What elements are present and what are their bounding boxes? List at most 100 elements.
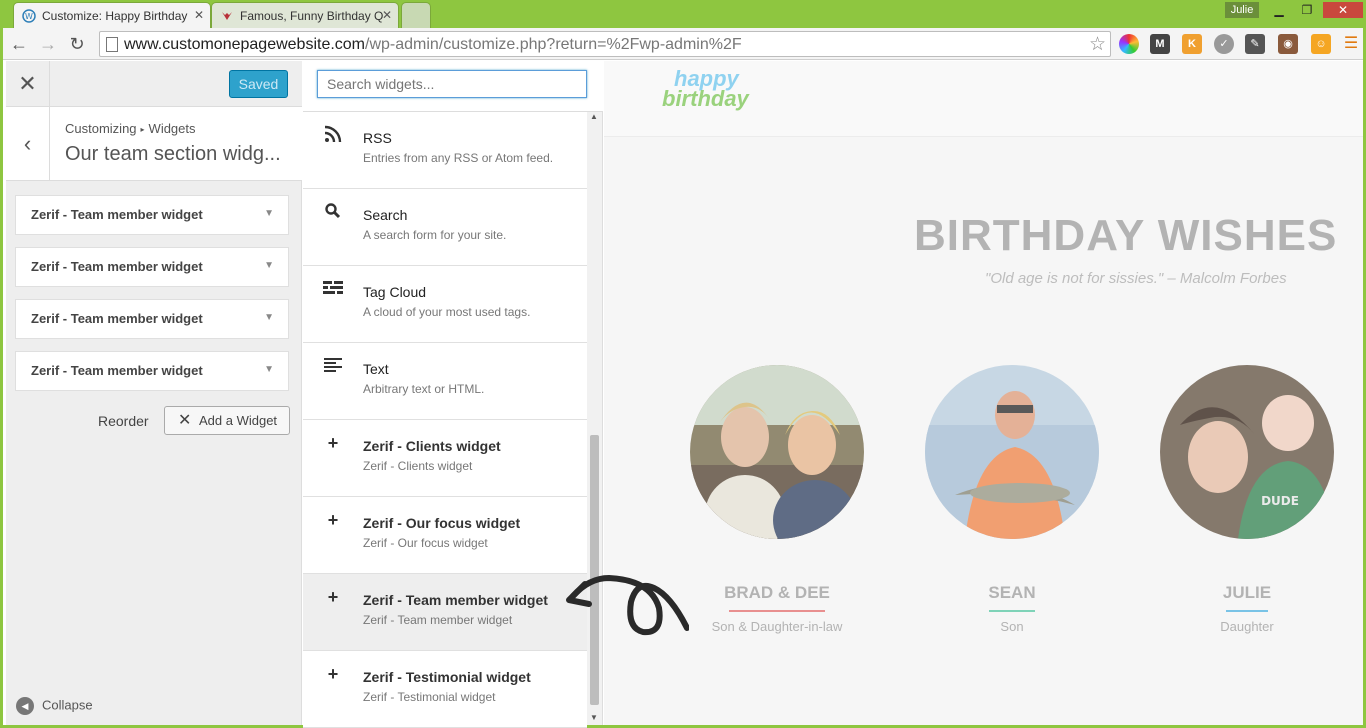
plus-icon: + [327,664,339,684]
minimize-icon[interactable]: ▁ [1265,2,1293,18]
widget-desc: A cloud of your most used tags. [363,305,531,319]
new-tab-button[interactable] [401,2,431,28]
caret-down-icon[interactable]: ▼ [264,364,274,375]
search-input[interactable] [317,70,587,98]
team-member-photo [925,365,1099,539]
widget-desc: Entries from any RSS or Atom feed. [363,151,554,165]
plus-icon: + [327,433,339,453]
team-member-name: JULIE [1222,583,1272,602]
back-arrow-icon[interactable]: ← [8,33,30,55]
tab-famous-quotes[interactable]: Famous, Funny Birthday Q ✕ [211,2,399,28]
breadcrumb-arrow-icon: ▸ [140,125,145,135]
puzzle-extension-icon[interactable]: ✎ [1245,34,1265,54]
check-extension-icon[interactable]: ✓ [1214,34,1234,54]
team-member-photo: DUDE [1160,365,1334,539]
team-member-card[interactable]: SEAN Son [925,365,1099,634]
widget-desc: Zerif - Team member widget [363,613,513,627]
team-member-role: Daughter [1220,619,1274,634]
available-widgets-panel: RSS Entries from any RSS or Atom feed. S… [303,61,603,728]
close-icon[interactable]: ✕ [6,61,50,107]
site-preview[interactable]: happy birthday BIRTHDAY WISHES "Old age … [604,61,1363,725]
collapse-button[interactable]: ◀ Collapse [16,697,93,715]
preview-title: BIRTHDAY WISHES [914,211,1338,260]
k-extension-icon[interactable]: K [1182,34,1202,54]
widget-row-label: Zerif - Team member widget [31,311,203,326]
team-member-card[interactable]: DUDE JULIE Daughter [1160,365,1334,634]
add-widget-button[interactable]: ✕ Add a Widget [164,406,290,435]
bird-favicon-icon [220,9,234,23]
widget-row-label: Zerif - Team member widget [31,363,203,378]
widget-item-rss[interactable]: RSS Entries from any RSS or Atom feed. [303,112,587,189]
team-member-name: BRAD & DEE [724,583,830,602]
back-chevron-icon[interactable]: ‹ [6,107,50,181]
color-wheel-extension-icon[interactable] [1119,34,1139,54]
bookmark-star-icon[interactable]: ☆ [1089,33,1106,56]
widget-row-label: Zerif - Team member widget [31,207,203,222]
team-member-photo [690,365,864,539]
widget-row-label: Zerif - Team member widget [31,259,203,274]
annotation-arrow-icon [566,574,689,636]
section-header: ‹ Customizing ▸ Widgets Our team section w… [6,107,302,181]
window-close-icon[interactable]: ✕ [1323,2,1363,18]
widget-item-testimonial[interactable]: + Zerif - Testimonial widget Zerif - Tes… [303,651,587,728]
widget-item-our-focus[interactable]: + Zerif - Our focus widget Zerif - Our f… [303,497,587,574]
collapse-arrow-icon: ◀ [16,697,34,715]
tab-title: Famous, Funny Birthday Q [240,9,384,23]
ghost-extension-icon[interactable]: ☺ [1311,34,1331,54]
site-logo[interactable]: happy birthday [662,68,749,110]
tab-title: Customize: Happy Birthday [42,9,188,23]
caret-down-icon[interactable]: ▼ [264,208,274,219]
caret-down-icon[interactable]: ▼ [264,312,274,323]
team-member-accent-line [989,610,1035,612]
scroll-down-icon[interactable]: ▼ [590,713,598,722]
preview-header: happy birthday [604,61,1363,137]
search-icon [323,202,343,222]
reload-icon[interactable]: ↻ [66,33,88,55]
widget-row[interactable]: Zerif - Team member widget ▼ [15,351,289,391]
widget-item-team-member[interactable]: + Zerif - Team member widget Zerif - Tea… [303,574,587,651]
widget-row[interactable]: Zerif - Team member widget ▼ [15,299,289,339]
caret-down-icon[interactable]: ▼ [264,260,274,271]
browser-window: W Customize: Happy Birthday ✕ Famous, Fu… [0,0,1366,728]
widget-title: Zerif - Testimonial widget [363,669,531,685]
address-bar[interactable]: www.customonepagewebsite.com/wp-admin/cu… [99,31,1111,57]
widget-item-clients[interactable]: + Zerif - Clients widget Zerif - Clients… [303,420,587,497]
tab-close-icon[interactable]: ✕ [194,8,204,22]
forward-arrow-icon[interactable]: → [37,33,59,55]
scroll-up-icon[interactable]: ▲ [590,112,598,121]
section-title: Our team section widg... [65,143,281,165]
preview-quote: "Old age is not for sissies." – Malcolm … [985,270,1287,287]
camera-extension-icon[interactable]: ◉ [1278,34,1298,54]
menu-icon[interactable]: ☰ [1341,34,1361,54]
reorder-link[interactable]: Reorder [98,413,149,429]
svg-text:DUDE: DUDE [1261,494,1299,508]
plus-icon: + [327,587,339,607]
widget-item-tag-cloud[interactable]: Tag Cloud A cloud of your most used tags… [303,266,587,343]
team-member-card[interactable]: BRAD & DEE Son & Daughter-in-law [690,365,864,634]
widget-desc: Zerif - Testimonial widget [363,690,496,704]
widget-title: Text [363,361,389,377]
tab-close-icon[interactable]: ✕ [382,8,392,22]
wordpress-favicon-icon: W [22,9,36,23]
profile-badge[interactable]: Julie [1225,2,1259,18]
breadcrumb: Customizing ▸ Widgets [65,121,196,136]
saved-button[interactable]: Saved [229,70,288,98]
team-member-role: Son [1000,619,1024,634]
tag-cloud-icon [323,279,343,299]
close-x-icon: ✕ [178,412,192,429]
widget-item-text[interactable]: Text Arbitrary text or HTML. [303,343,587,420]
widget-title: Zerif - Our focus widget [363,515,521,531]
restore-icon[interactable]: ❐ [1293,2,1321,18]
widget-row[interactable]: Zerif - Team member widget ▼ [15,195,289,235]
browser-toolbar: ← → ↻ www.customonepagewebsite.com/wp-ad… [3,28,1363,60]
widget-title: Zerif - Clients widget [363,438,501,454]
widget-item-search[interactable]: Search A search form for your site. [303,189,587,266]
customizer-sidebar: ✕ Saved ‹ Customizing ▸ Widgets Our team s… [6,61,302,725]
url-text: www.customonepagewebsite.com/wp-admin/cu… [124,36,742,53]
widget-desc: Arbitrary text or HTML. [363,382,485,396]
widget-desc: Zerif - Clients widget [363,459,473,473]
tab-customize[interactable]: W Customize: Happy Birthday ✕ [13,2,211,28]
m-extension-icon[interactable]: M [1150,34,1170,54]
widget-row[interactable]: Zerif - Team member widget ▼ [15,247,289,287]
widget-desc: Zerif - Our focus widget [363,536,488,550]
